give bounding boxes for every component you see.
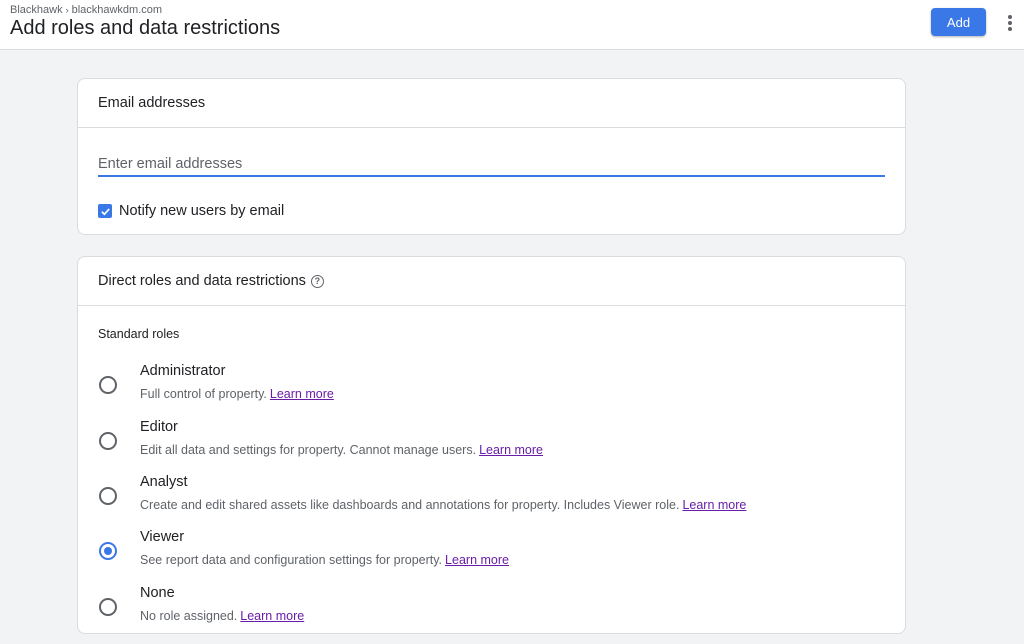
role-description: See report data and configuration settin… xyxy=(140,553,509,567)
role-description: No role assigned. Learn more xyxy=(140,609,305,623)
role-name: Viewer xyxy=(140,529,185,545)
email-card-title: Email addresses xyxy=(78,79,905,128)
breadcrumb: Blackhawk › blackhawkdm.com xyxy=(10,4,162,16)
role-description: Full control of property. Learn more xyxy=(140,387,334,401)
radio-viewer[interactable] xyxy=(99,542,117,560)
role-option-editor[interactable]: Editor Edit all data and settings for pr… xyxy=(78,419,905,467)
radio-none[interactable] xyxy=(99,598,117,616)
breadcrumb-property[interactable]: blackhawkdm.com xyxy=(72,4,162,16)
top-bar: Blackhawk › blackhawkdm.com Add roles and … xyxy=(0,0,1024,50)
role-name: Editor xyxy=(140,419,178,435)
roles-card: Direct roles and data restrictions ? Sta… xyxy=(77,256,906,634)
learn-more-link[interactable]: Learn more xyxy=(479,443,543,457)
role-option-analyst[interactable]: Analyst Create and edit shared assets li… xyxy=(78,474,905,522)
role-name: None xyxy=(140,585,175,601)
learn-more-link[interactable]: Learn more xyxy=(682,498,746,512)
email-card: Email addresses Notify new users by emai… xyxy=(77,78,906,235)
roles-card-title: Direct roles and data restrictions xyxy=(98,273,306,289)
role-name: Analyst xyxy=(140,474,188,490)
radio-editor[interactable] xyxy=(99,432,117,450)
notify-row: Notify new users by email xyxy=(98,203,284,219)
learn-more-link[interactable]: Learn more xyxy=(270,387,334,401)
page-title: Add roles and data restrictions xyxy=(10,17,281,39)
breadcrumb-separator: › xyxy=(65,5,69,15)
breadcrumb-account[interactable]: Blackhawk xyxy=(10,4,63,16)
learn-more-link[interactable]: Learn more xyxy=(240,609,304,623)
check-icon xyxy=(100,207,110,215)
role-option-viewer[interactable]: Viewer See report data and configuration… xyxy=(78,529,905,577)
notify-label[interactable]: Notify new users by email xyxy=(119,203,284,219)
radio-analyst[interactable] xyxy=(99,487,117,505)
role-option-administrator[interactable]: Administrator Full control of property. L… xyxy=(78,363,905,411)
notify-checkbox[interactable] xyxy=(98,204,112,218)
help-circle-icon[interactable]: ? xyxy=(310,274,324,288)
role-description: Edit all data and settings for property.… xyxy=(140,443,544,457)
role-option-none[interactable]: None No role assigned. Learn more xyxy=(78,585,905,633)
role-name: Administrator xyxy=(140,363,226,379)
roles-card-header: Direct roles and data restrictions ? xyxy=(78,257,905,306)
more-vert-icon[interactable] xyxy=(1002,13,1018,33)
radio-administrator[interactable] xyxy=(99,376,117,394)
email-input[interactable] xyxy=(98,153,885,177)
role-description: Create and edit shared assets like dashb… xyxy=(140,498,747,512)
standard-roles-label: Standard roles xyxy=(98,327,180,341)
add-button[interactable]: Add xyxy=(931,8,986,36)
learn-more-link[interactable]: Learn more xyxy=(445,553,509,567)
